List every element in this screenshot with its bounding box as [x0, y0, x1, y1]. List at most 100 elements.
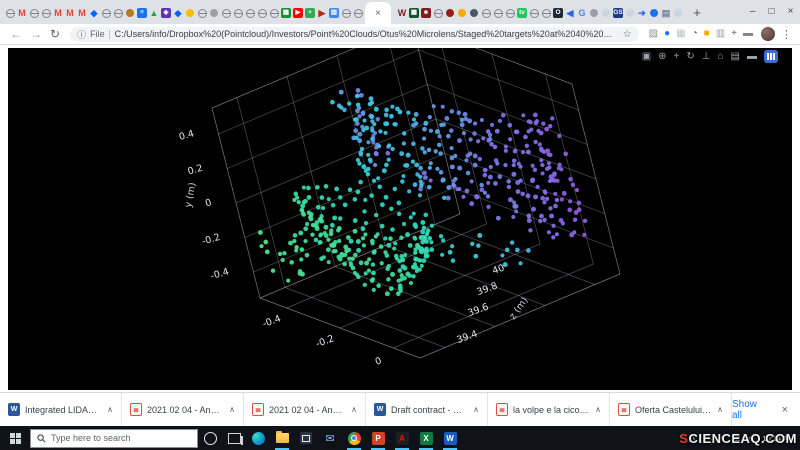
extension-icon[interactable]: ● — [664, 29, 670, 39]
download-dropdown-icon[interactable]: ∧ — [717, 405, 723, 414]
pinned-tab[interactable] — [244, 2, 256, 24]
download-dropdown-icon[interactable]: ∧ — [595, 405, 601, 414]
modebar-orbital-rotation-icon[interactable]: ↻ — [686, 51, 694, 62]
pinned-tab[interactable] — [540, 2, 552, 24]
download-item[interactable]: W Integrated LIDAR....docx ∧ — [0, 393, 122, 426]
pinned-tab[interactable]: ➔ — [636, 2, 648, 24]
pinned-tab[interactable]: ◆ — [88, 2, 100, 24]
extension-icon[interactable]: + — [731, 29, 737, 39]
pinned-tab[interactable]: ▶ — [292, 2, 304, 24]
pinned-tab[interactable] — [124, 2, 136, 24]
minimize-button[interactable]: – — [743, 0, 762, 22]
download-item[interactable]: ≣ 2021 02 04 - Anex....pdf ∧ — [244, 393, 366, 426]
active-tab[interactable]: × — [365, 2, 391, 24]
download-item[interactable]: W Draft contract - C....docx ∧ — [366, 393, 488, 426]
pinned-tab[interactable]: W — [396, 2, 408, 24]
tab-close-icon[interactable]: × — [375, 8, 381, 19]
pinned-tab[interactable]: ≡ — [136, 2, 148, 24]
download-item[interactable]: ≣ 2021 02 04 - Anex....pdf ∧ — [122, 393, 244, 426]
pinned-tab[interactable] — [672, 2, 684, 24]
taskbar-app-powerpoint[interactable]: P — [366, 426, 390, 450]
download-item[interactable]: ≣ la volpe e la cicog....pdf ∧ — [488, 393, 610, 426]
pinned-tab[interactable] — [468, 2, 480, 24]
taskbar-app-cortana[interactable] — [198, 426, 222, 450]
url-text[interactable]: C:/Users/info/Dropbox%20(Pointcloud)/Inv… — [115, 29, 618, 39]
modebar-camera-snapshot-icon[interactable]: ▣ — [642, 51, 651, 62]
pinned-tab[interactable]: ◈ — [160, 2, 172, 24]
pinned-tab[interactable]: O — [552, 2, 564, 24]
pinned-tab[interactable]: GS — [612, 2, 624, 24]
pinned-tab[interactable] — [256, 2, 268, 24]
pinned-tab[interactable] — [232, 2, 244, 24]
pinned-tab[interactable] — [480, 2, 492, 24]
taskbar-search-input[interactable]: Type here to search — [30, 428, 198, 448]
pinned-tab[interactable]: + — [304, 2, 316, 24]
modebar-turntable-rotation-icon[interactable]: ⊥ — [702, 51, 711, 62]
3d-scatter-canvas[interactable] — [8, 48, 792, 390]
download-dropdown-icon[interactable]: ∧ — [229, 405, 235, 414]
pinned-tab[interactable] — [40, 2, 52, 24]
profile-avatar[interactable] — [761, 27, 775, 41]
taskbar-app-task-view[interactable] — [222, 426, 246, 450]
pinned-tab[interactable] — [196, 2, 208, 24]
pinned-tab[interactable]: tv — [516, 2, 528, 24]
new-tab-button[interactable]: + — [688, 4, 706, 22]
download-dropdown-icon[interactable]: ∧ — [351, 405, 357, 414]
bookmark-star-icon[interactable]: ☆ — [623, 29, 632, 40]
extension-icon[interactable]: ▦ — [676, 29, 685, 39]
pinned-tab[interactable]: ▤ — [328, 2, 340, 24]
pinned-tab[interactable]: G — [576, 2, 588, 24]
taskbar-app-mail[interactable]: ✉ — [318, 426, 342, 450]
pinned-tab[interactable]: M — [16, 2, 28, 24]
back-icon[interactable]: ← — [10, 28, 22, 40]
pinned-tab[interactable] — [648, 2, 660, 24]
pinned-tab[interactable]: ■ — [420, 2, 432, 24]
show-all-downloads-link[interactable]: Show all — [732, 399, 764, 421]
forward-icon[interactable]: → — [30, 28, 42, 40]
pinned-tab[interactable]: ◀ — [564, 2, 576, 24]
extension-icon[interactable]: ▥ — [716, 29, 725, 39]
downloads-bar-close-icon[interactable]: × — [782, 404, 788, 416]
pinned-tab[interactable] — [220, 2, 232, 24]
pinned-tab[interactable] — [600, 2, 612, 24]
extension-icon[interactable]: ▬ — [743, 29, 753, 39]
pinned-tab[interactable] — [268, 2, 280, 24]
modebar-zoom-3d-icon[interactable]: ⊕ — [658, 51, 666, 62]
pinned-tab[interactable] — [112, 2, 124, 24]
pinned-tab[interactable] — [184, 2, 196, 24]
pinned-tab[interactable] — [100, 2, 112, 24]
pinned-tab[interactable]: ▲ — [148, 2, 160, 24]
pinned-tab[interactable]: M — [52, 2, 64, 24]
start-button[interactable] — [0, 426, 30, 450]
taskbar-app-store[interactable] — [294, 426, 318, 450]
extension-icon[interactable]: ▨ — [649, 29, 658, 39]
pinned-tab[interactable] — [352, 2, 364, 24]
pinned-tab[interactable] — [492, 2, 504, 24]
pinned-tab[interactable]: M — [64, 2, 76, 24]
taskbar-app-chrome[interactable] — [342, 426, 366, 450]
taskbar-app-excel[interactable]: X — [414, 426, 438, 450]
taskbar-app-acrobat[interactable]: A — [390, 426, 414, 450]
modebar-reset-camera-default-icon[interactable]: ⌂ — [718, 51, 724, 62]
taskbar-app-edge[interactable] — [246, 426, 270, 450]
reload-icon[interactable]: ↻ — [50, 28, 60, 40]
pinned-tab[interactable]: ▶ — [316, 2, 328, 24]
modebar-toggle-hover-closest-icon[interactable]: ▬ — [747, 51, 757, 62]
taskbar-app-file-explorer[interactable] — [270, 426, 294, 450]
pinned-tab[interactable] — [624, 2, 636, 24]
close-button[interactable]: × — [781, 0, 800, 22]
pinned-tab[interactable] — [528, 2, 540, 24]
pinned-tab[interactable] — [504, 2, 516, 24]
download-item[interactable]: ≣ Oferta Castelului 2....pdf ∧ — [610, 393, 732, 426]
pinned-tab[interactable] — [588, 2, 600, 24]
pinned-tab[interactable] — [208, 2, 220, 24]
pinned-tab[interactable] — [456, 2, 468, 24]
maximize-button[interactable]: □ — [762, 0, 781, 22]
pinned-tab[interactable]: ◆ — [172, 2, 184, 24]
modebar-reset-camera-last-save-icon[interactable]: ▤ — [731, 51, 740, 62]
address-bar[interactable]: ⓘ File C:/Users/info/Dropbox%20(Pointclo… — [70, 26, 639, 42]
pinned-tab[interactable]: ▤ — [660, 2, 672, 24]
extension-icon[interactable]: ◔ — [692, 29, 698, 39]
pinned-tab[interactable] — [432, 2, 444, 24]
taskbar-app-word[interactable]: W — [438, 426, 462, 450]
